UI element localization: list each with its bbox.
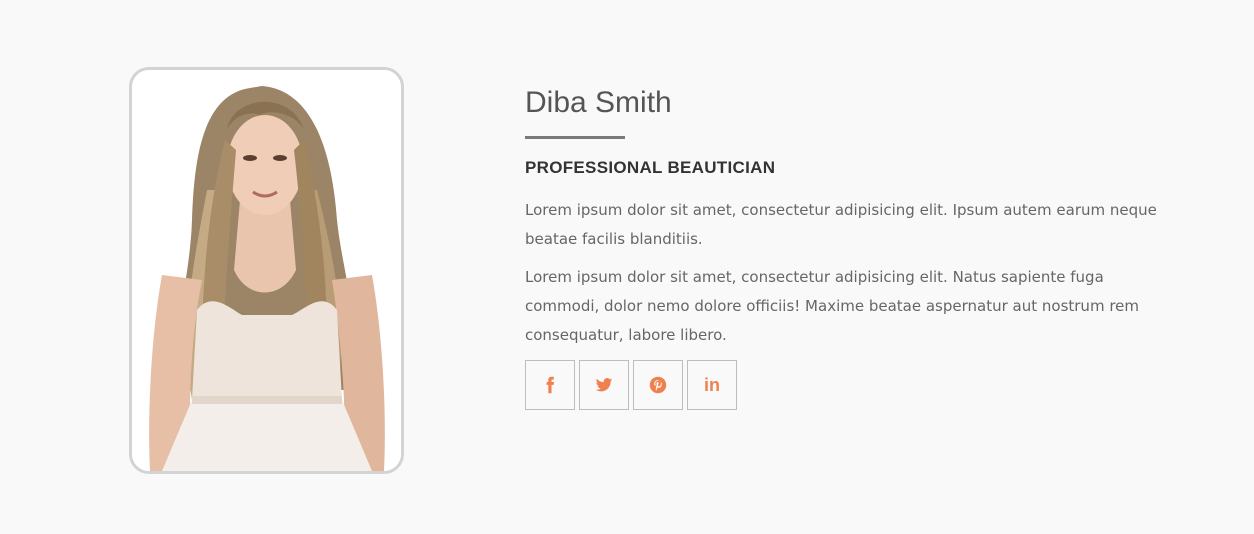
bio-paragraph-2: Lorem ipsum dolor sit amet, consectetur … <box>525 268 1139 344</box>
facebook-icon <box>546 376 555 394</box>
portrait-photo <box>132 70 401 471</box>
profile-name: Diba Smith <box>525 86 672 119</box>
twitter-button[interactable] <box>579 360 629 410</box>
pinterest-button[interactable] <box>633 360 683 410</box>
linkedin-button[interactable]: in <box>687 360 737 410</box>
profile-role: PROFESSIONAL BEAUTICIAN <box>525 158 776 177</box>
profile-photo-frame <box>129 67 404 474</box>
profile-info: Diba Smith PROFESSIONAL BEAUTICIAN Lorem… <box>525 84 1165 410</box>
linkedin-icon: in <box>704 374 720 395</box>
title-divider <box>525 136 625 139</box>
facebook-button[interactable] <box>525 360 575 410</box>
pinterest-icon <box>649 376 667 394</box>
social-links: in <box>525 360 1165 410</box>
bio-paragraph-1: Lorem ipsum dolor sit amet, consectetur … <box>525 201 1157 248</box>
twitter-icon <box>595 378 613 392</box>
